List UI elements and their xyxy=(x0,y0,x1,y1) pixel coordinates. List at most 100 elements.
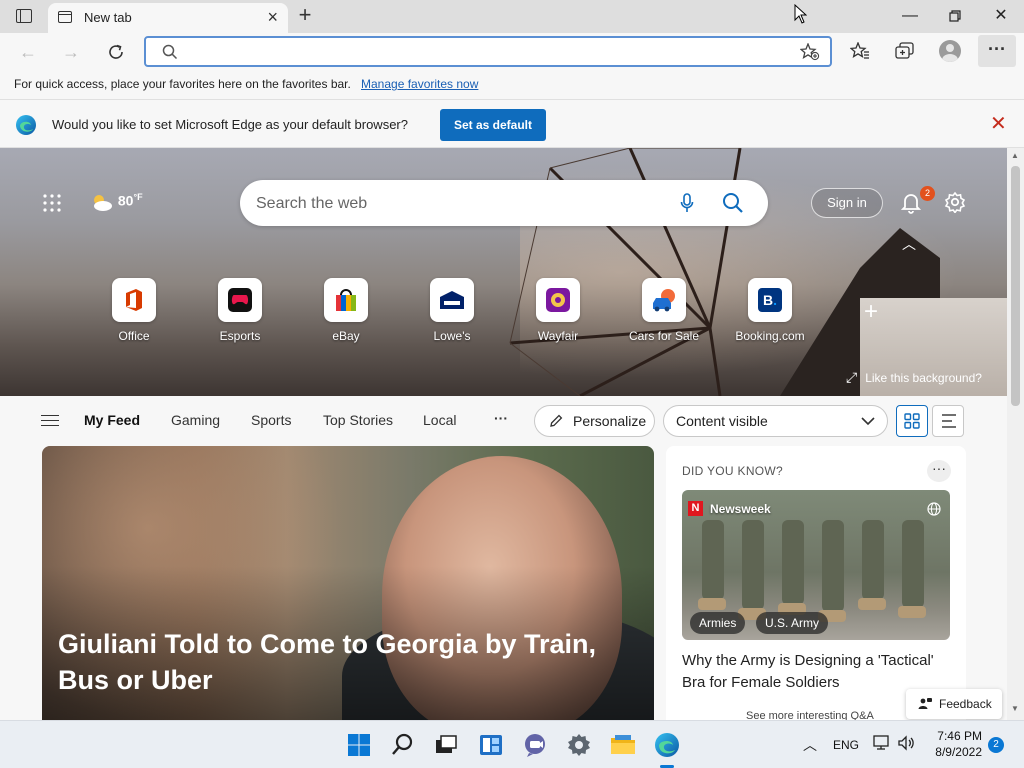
windows-start-icon[interactable] xyxy=(345,731,373,759)
sign-in-button[interactable]: Sign in xyxy=(811,188,883,218)
card-more-options-button[interactable]: ··· xyxy=(927,460,951,482)
scrollbar-thumb[interactable] xyxy=(1011,166,1020,406)
show-hidden-icons-chevron-icon[interactable]: ︿ xyxy=(803,735,817,755)
feedback-person-icon xyxy=(918,698,932,709)
minimize-button[interactable]: — xyxy=(890,4,930,28)
set-as-default-button[interactable]: Set as default xyxy=(440,109,546,141)
add-quick-link-button[interactable]: + xyxy=(864,300,878,324)
new-tab-button[interactable]: + xyxy=(292,4,318,28)
weather-temperature: 80 xyxy=(117,192,134,209)
collections-icon[interactable] xyxy=(895,42,915,60)
add-favorite-icon[interactable] xyxy=(800,43,820,61)
quick-link-wayfair[interactable]: Wayfair xyxy=(513,278,603,343)
tab-new-tab[interactable]: New tab × xyxy=(48,3,288,33)
tab-local[interactable]: Local xyxy=(423,412,456,428)
pencil-icon xyxy=(550,414,563,427)
personalize-button[interactable]: Personalize xyxy=(534,405,655,437)
partly-cloudy-icon xyxy=(94,195,112,211)
restore-button[interactable] xyxy=(935,4,975,28)
main-story-headline[interactable]: Giuliani Told to Come to Georgia by Trai… xyxy=(58,626,618,698)
infobar-message: Would you like to set Microsoft Edge as … xyxy=(52,117,408,132)
favorites-bar: For quick access, place your favorites h… xyxy=(0,70,1024,100)
feed-navigation: My Feed Gaming Sports Top Stories Local … xyxy=(0,396,1007,446)
windows-taskbar: ︿ ENG 7:46 PM 8/9/2022 2 xyxy=(0,720,1024,768)
tab-top-stories[interactable]: Top Stories xyxy=(323,412,393,428)
close-tab-icon[interactable]: × xyxy=(267,8,278,26)
collapse-chevron-up-icon[interactable]: ︿ xyxy=(902,234,916,254)
newsweek-logo: N xyxy=(688,501,703,516)
close-window-button[interactable]: ✕ xyxy=(981,4,1021,28)
profile-avatar[interactable] xyxy=(939,40,961,62)
main-story-card[interactable]: Giuliani Told to Come to Georgia by Trai… xyxy=(42,446,654,720)
manage-favorites-link[interactable]: Manage favorites now xyxy=(361,77,478,91)
notification-center-badge[interactable]: 2 xyxy=(988,737,1004,753)
clock-time: 7:46 PM xyxy=(937,729,982,743)
settings-and-more-button[interactable]: ··· xyxy=(978,35,1016,67)
content-visibility-dropdown[interactable]: Content visible xyxy=(663,405,888,437)
tag-armies[interactable]: Armies xyxy=(690,612,746,634)
wayfair-icon xyxy=(536,278,580,322)
quick-link-lowes[interactable]: Lowe's xyxy=(407,278,497,343)
notifications-bell-icon[interactable] xyxy=(901,192,921,214)
page-scrollbar[interactable]: ▲ ▼ xyxy=(1007,148,1024,720)
weather-widget[interactable]: 80°F xyxy=(90,192,143,212)
globe-icon xyxy=(927,502,941,516)
settings-gear-icon[interactable] xyxy=(565,731,593,759)
microphone-icon[interactable] xyxy=(680,193,694,213)
quick-link-cars-for-sale[interactable]: Cars for Sale xyxy=(619,278,709,343)
did-you-know-card: DID YOU KNOW? ··· N Newsweek Armies U.S.… xyxy=(666,446,966,722)
notification-count-badge: 2 xyxy=(920,186,935,201)
address-bar[interactable] xyxy=(144,36,832,67)
web-search-input[interactable] xyxy=(256,193,656,215)
teams-chat-icon[interactable] xyxy=(521,731,549,759)
refresh-button[interactable] xyxy=(101,37,131,67)
refresh-icon xyxy=(109,44,123,59)
feed-menu-hamburger-icon[interactable] xyxy=(41,414,59,428)
tab-my-feed[interactable]: My Feed xyxy=(84,412,140,428)
task-view-icon[interactable] xyxy=(432,731,460,759)
tag-us-army[interactable]: U.S. Army xyxy=(756,612,829,634)
list-view-button[interactable] xyxy=(932,405,964,437)
taskbar-clock[interactable]: 7:46 PM 8/9/2022 xyxy=(922,728,982,760)
file-explorer-icon[interactable] xyxy=(609,731,637,759)
article-source: Newsweek xyxy=(710,502,771,516)
tab-gaming[interactable]: Gaming xyxy=(171,412,220,428)
soldiers-photo[interactable]: N Newsweek Armies U.S. Army xyxy=(682,490,950,640)
ebay-icon xyxy=(324,278,368,322)
tab-actions-icon[interactable] xyxy=(16,9,32,23)
quick-link-ebay[interactable]: eBay xyxy=(301,278,391,343)
address-input[interactable] xyxy=(182,42,782,62)
tab-sports[interactable]: Sports xyxy=(251,412,291,428)
search-icon[interactable] xyxy=(722,192,744,214)
edge-taskbar-icon[interactable] xyxy=(653,731,681,759)
apps-launcher-icon[interactable] xyxy=(43,194,61,212)
input-language[interactable]: ENG xyxy=(833,738,859,752)
did-you-know-headline[interactable]: Why the Army is Designing a 'Tactical' B… xyxy=(682,650,954,694)
chevron-down-icon xyxy=(861,417,875,426)
like-background-button[interactable]: ⤢ Like this background? xyxy=(846,369,982,386)
forward-button[interactable]: → xyxy=(56,37,86,67)
web-search-box[interactable] xyxy=(240,180,768,226)
quick-link-esports[interactable]: Esports xyxy=(195,278,285,343)
scroll-up-arrow-icon[interactable]: ▲ xyxy=(1011,151,1019,160)
back-button[interactable]: ← xyxy=(13,37,43,67)
esports-icon xyxy=(218,278,262,322)
close-infobar-icon[interactable]: ✕ xyxy=(990,114,1007,134)
grid-view-button[interactable] xyxy=(896,405,928,437)
volume-icon[interactable] xyxy=(897,735,915,751)
quick-link-office[interactable]: Office xyxy=(89,278,179,343)
navigation-bar: ← → ··· xyxy=(0,33,1024,70)
title-bar: New tab × + — ✕ xyxy=(0,0,1024,33)
taskbar-search-icon[interactable] xyxy=(389,731,417,759)
quick-link-booking[interactable]: B. Booking.com xyxy=(725,278,815,343)
favorites-icon[interactable] xyxy=(850,42,870,60)
page-settings-gear-icon[interactable] xyxy=(944,191,966,213)
feedback-button[interactable]: Feedback xyxy=(906,689,1002,719)
lowes-icon xyxy=(430,278,474,322)
widgets-icon[interactable] xyxy=(477,731,505,759)
more-tabs-button[interactable]: ··· xyxy=(494,410,508,426)
grid-icon xyxy=(904,413,920,429)
network-icon[interactable] xyxy=(873,735,891,751)
mouse-cursor-icon xyxy=(794,4,807,24)
scroll-down-arrow-icon[interactable]: ▼ xyxy=(1011,704,1019,713)
